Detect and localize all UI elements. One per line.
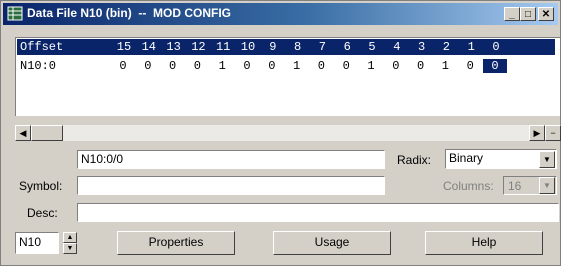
offset-column-header: Offset [20,40,64,54]
title-bar[interactable]: Data File N10 (bin) -- MOD CONFIG _ □ ✕ [3,3,558,25]
data-grid[interactable]: Offset 15 14 13 12 11 10 9 8 7 6 5 4 3 2 1 0 N10:0 0000… [15,37,560,116]
symbol-label: Symbol: [19,179,63,193]
desc-field[interactable] [77,203,559,222]
window-title: Data File N10 (bin) -- MOD CONFIG [27,6,232,20]
bit-cell[interactable]: 1 [210,59,234,73]
bit-cell[interactable]: 0 [235,59,259,73]
bit-cell[interactable]: 0 [185,59,209,73]
radix-dropdown-arrow-icon[interactable]: ▼ [539,151,555,168]
bit-cell[interactable]: 0 [384,59,408,73]
bit-column-header: 1 [467,40,475,54]
bit-column-header: 4 [393,40,401,54]
spin-down-icon[interactable]: ▼ [63,243,77,254]
bit-cell[interactable]: 0 [409,59,433,73]
scroll-right-arrow-icon[interactable]: ▶ [529,125,545,141]
selected-bit-cell[interactable]: 0 [482,58,508,74]
radix-value: Binary [449,151,484,165]
app-icon [7,6,23,21]
usage-button[interactable]: Usage [273,231,391,255]
bit-cell[interactable]: 0 [136,59,160,73]
bit-cell[interactable]: 0 [334,59,358,73]
desc-label: Desc: [27,206,58,220]
help-button[interactable]: Help [425,231,543,255]
split-pane-button[interactable]: − [545,125,561,141]
properties-label: Properties [148,235,204,249]
bit-column-header: 13 [166,40,181,54]
maximize-button[interactable]: □ [520,7,536,21]
bit-column-header: 7 [318,40,326,54]
scroll-thumb[interactable] [31,125,63,141]
bit-column-header: 0 [492,40,500,54]
bit-column-header: 2 [442,40,450,54]
row-offset-label: N10:0 [20,59,57,73]
bit-column-header: 6 [343,40,351,54]
bit-cell[interactable]: 1 [359,59,383,73]
bit-column-header: 15 [116,40,132,54]
grid-header-row: Offset 15 14 13 12 11 10 9 8 7 6 5 4 3 2 1 0 [17,39,555,55]
bit-column-header: 12 [191,40,206,54]
bit-cell[interactable]: 1 [285,59,309,73]
usage-label: Usage [314,235,350,249]
bit-cell[interactable]: 0 [309,59,333,73]
bit-column-header: 3 [417,40,426,54]
bit-cell[interactable]: 1 [433,59,457,73]
bit-column-header: 14 [141,40,156,54]
help-label: Help [471,235,497,249]
symbol-field[interactable] [77,176,385,195]
address-field[interactable]: N10:0/0 [77,150,385,169]
bit-column-header: 8 [293,40,302,54]
columns-label: Columns: [443,179,494,193]
properties-button[interactable]: Properties [117,231,235,255]
columns-dropdown-arrow-icon: ▼ [539,177,555,194]
bit-cell[interactable]: 0 [161,59,185,73]
data-file-window: Data File N10 (bin) -- MOD CONFIG _ □ ✕ … [0,0,561,266]
close-button[interactable]: ✕ [538,7,554,21]
bit-column-header: 10 [240,40,256,54]
bit-column-header: 5 [368,40,376,54]
bit-column-header: 9 [269,40,277,54]
scroll-left-arrow-icon[interactable]: ◀ [15,125,31,141]
minimize-button[interactable]: _ [504,7,520,21]
file-selector-field[interactable]: N10 [15,232,59,254]
file-selector-spinner[interactable]: ▲ ▼ [63,232,77,254]
bit-cell[interactable]: 0 [111,59,135,73]
radix-label: Radix: [397,153,432,167]
bit-cell[interactable]: 0 [458,59,482,73]
horizontal-scrollbar[interactable]: ◀ ▶ [15,125,545,141]
bit-column-header: 11 [215,40,231,54]
spin-up-icon[interactable]: ▲ [63,232,77,243]
columns-value: 16 [508,179,522,193]
bit-cell[interactable]: 0 [260,59,284,73]
